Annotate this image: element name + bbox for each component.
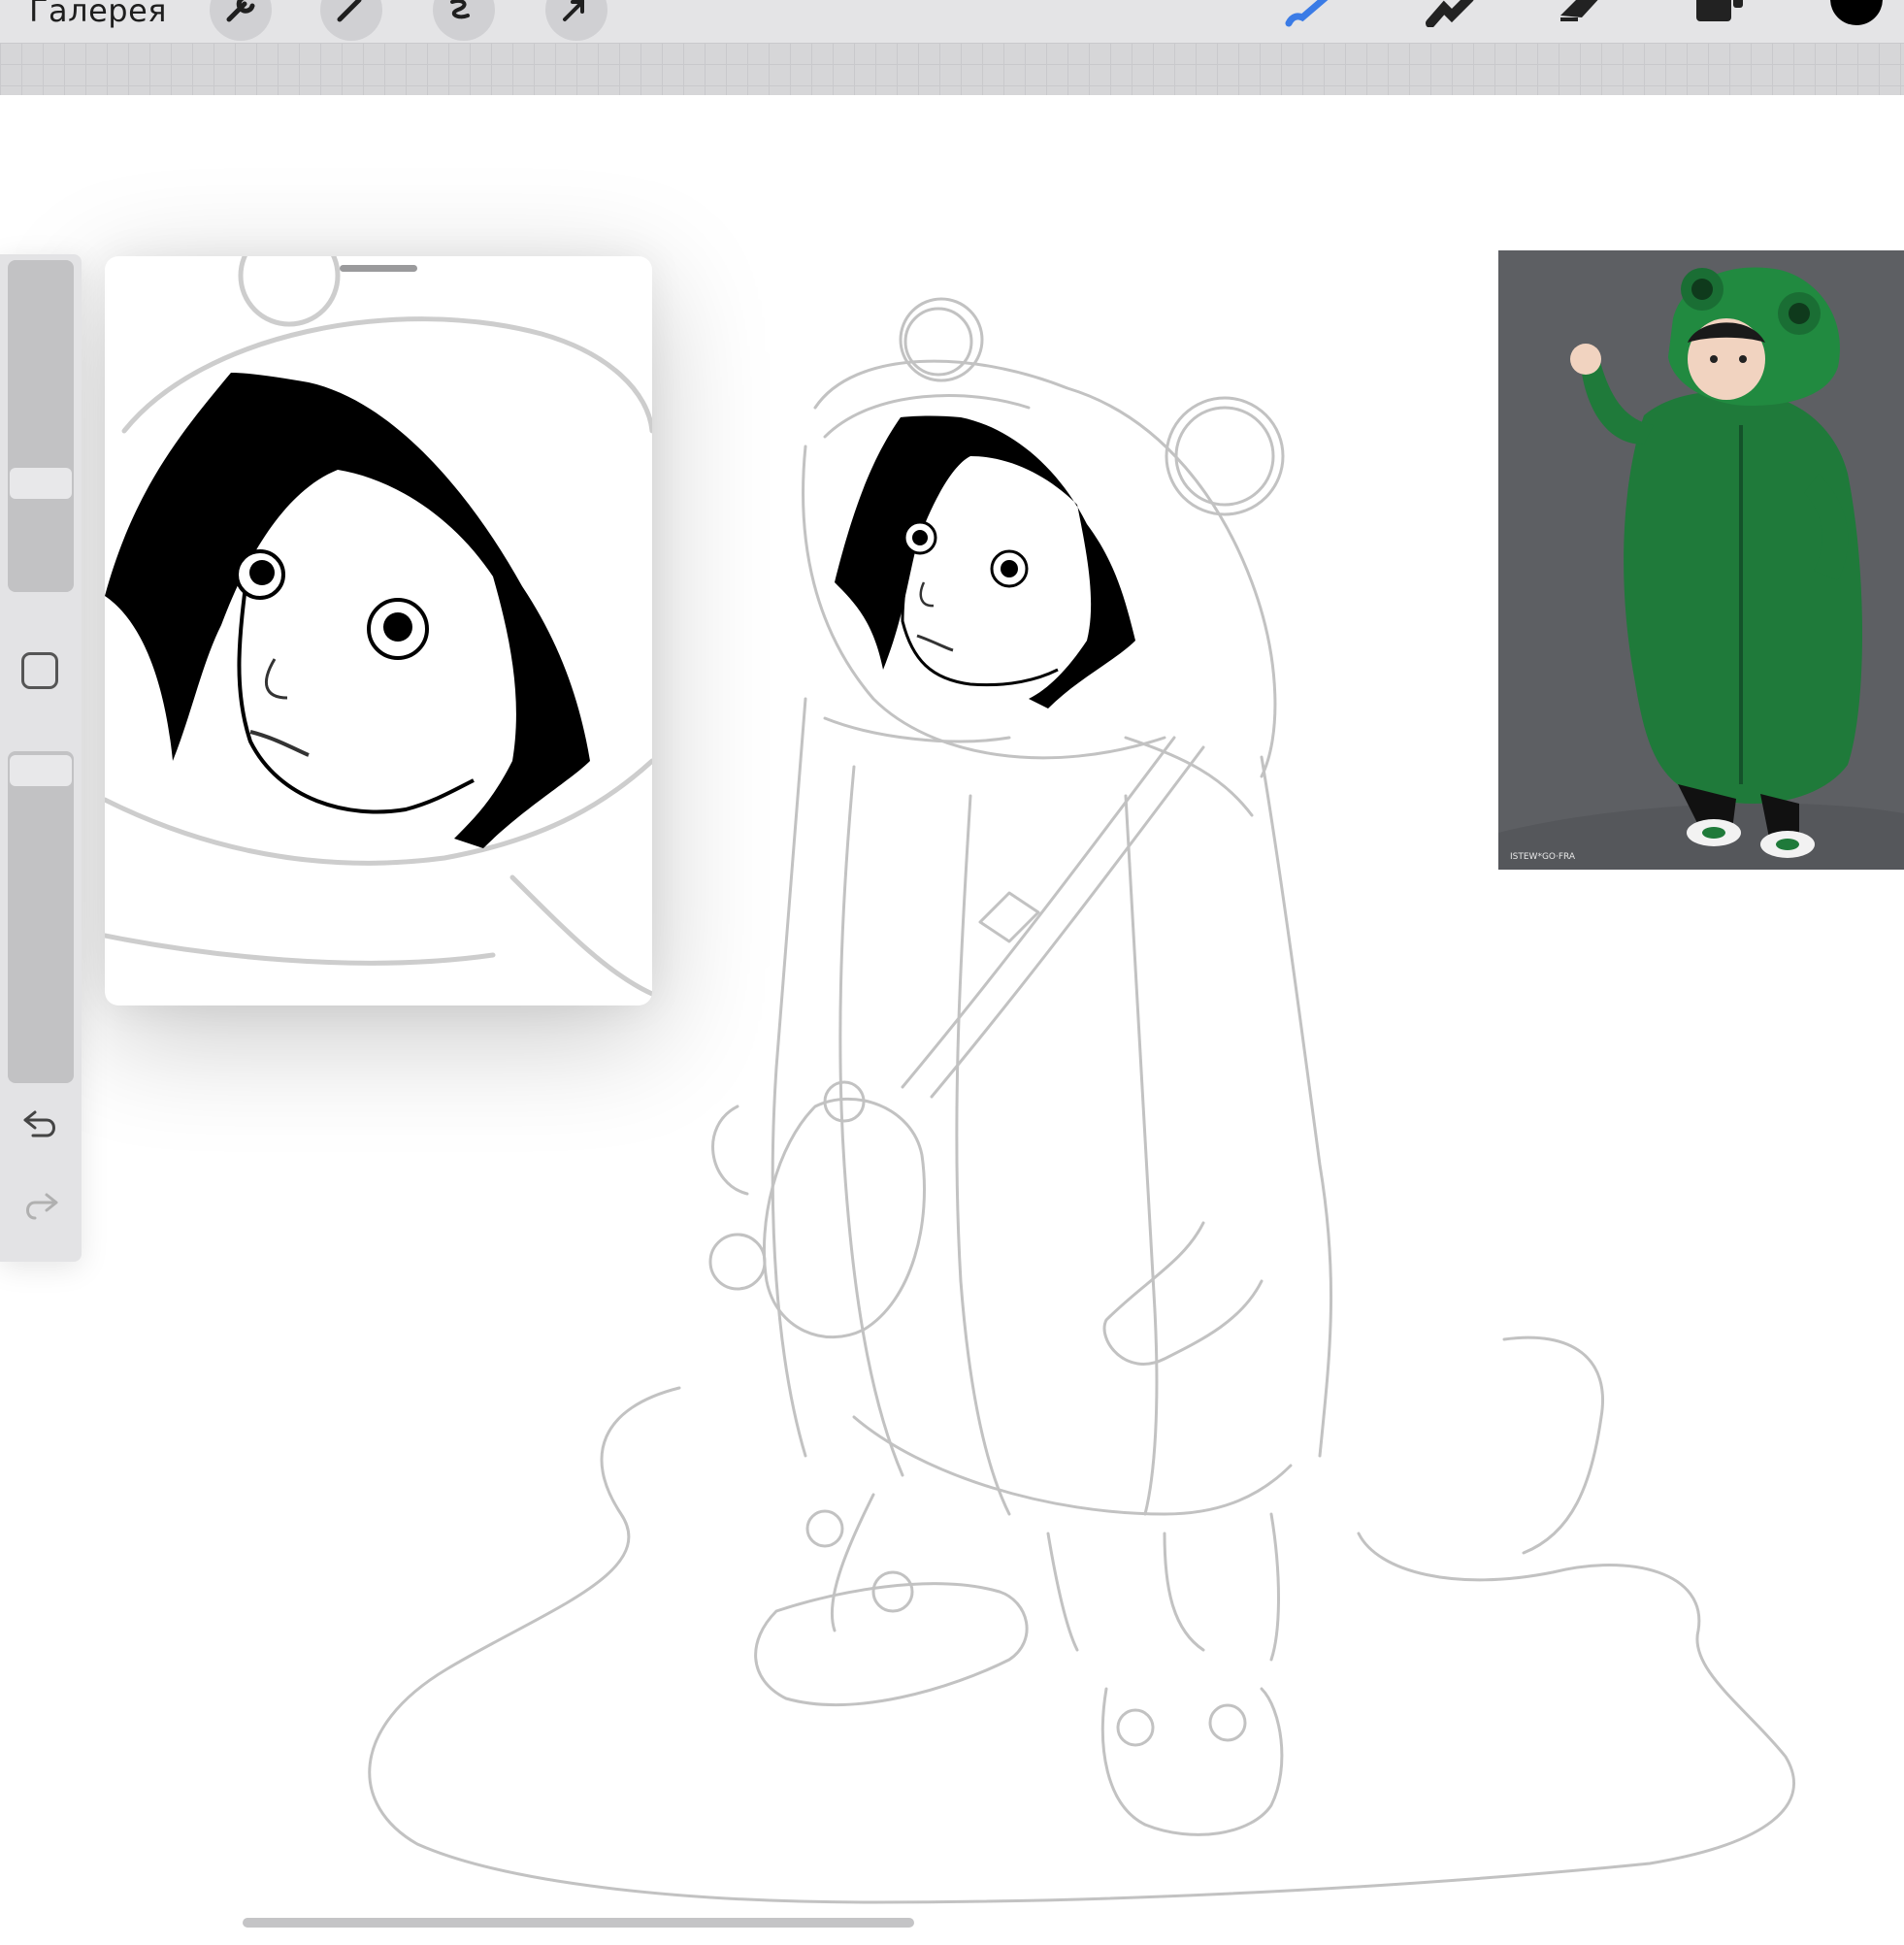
reference-sketch-zoom — [105, 256, 652, 997]
home-indicator[interactable] — [243, 1918, 914, 1928]
reference-photo[interactable]: ISTEW*GO·FRA — [1498, 250, 1904, 870]
wrench-icon — [226, 0, 255, 22]
selection-icon — [450, 0, 470, 19]
magic-wand-button[interactable] — [320, 0, 382, 41]
brush-size-slider[interactable] — [8, 260, 74, 592]
reference-window[interactable] — [105, 256, 652, 1005]
brush-icon[interactable] — [1283, 0, 1341, 27]
gallery-button[interactable]: Галерея — [29, 0, 167, 29]
magic-wand-icon — [337, 0, 362, 22]
opacity-slider[interactable] — [8, 751, 74, 1083]
brush-size-thumb[interactable] — [10, 468, 72, 499]
inked-face — [835, 415, 1135, 709]
selection-button[interactable] — [433, 0, 495, 41]
eraser-icon[interactable] — [1557, 0, 1615, 27]
transform-button[interactable] — [545, 0, 607, 41]
smudge-icon[interactable] — [1423, 0, 1481, 27]
redo-icon[interactable] — [21, 1191, 60, 1222]
reference-window-drag-handle[interactable] — [340, 265, 417, 272]
opacity-thumb[interactable] — [10, 755, 72, 786]
transform-arrow-icon — [563, 0, 584, 21]
undo-icon[interactable] — [21, 1108, 60, 1139]
square-modify-button[interactable] — [21, 652, 58, 689]
layers-icon[interactable] — [1694, 0, 1753, 27]
child-in-frog-coat-image — [1498, 250, 1904, 870]
left-sidebar — [0, 254, 82, 1262]
photo-watermark: ISTEW*GO·FRA — [1510, 852, 1576, 862]
canvas-grid-strip — [0, 43, 1904, 95]
color-swatch-icon[interactable] — [1830, 0, 1883, 25]
wrench-button[interactable] — [210, 0, 272, 41]
top-toolbar: Галерея — [0, 0, 1904, 43]
